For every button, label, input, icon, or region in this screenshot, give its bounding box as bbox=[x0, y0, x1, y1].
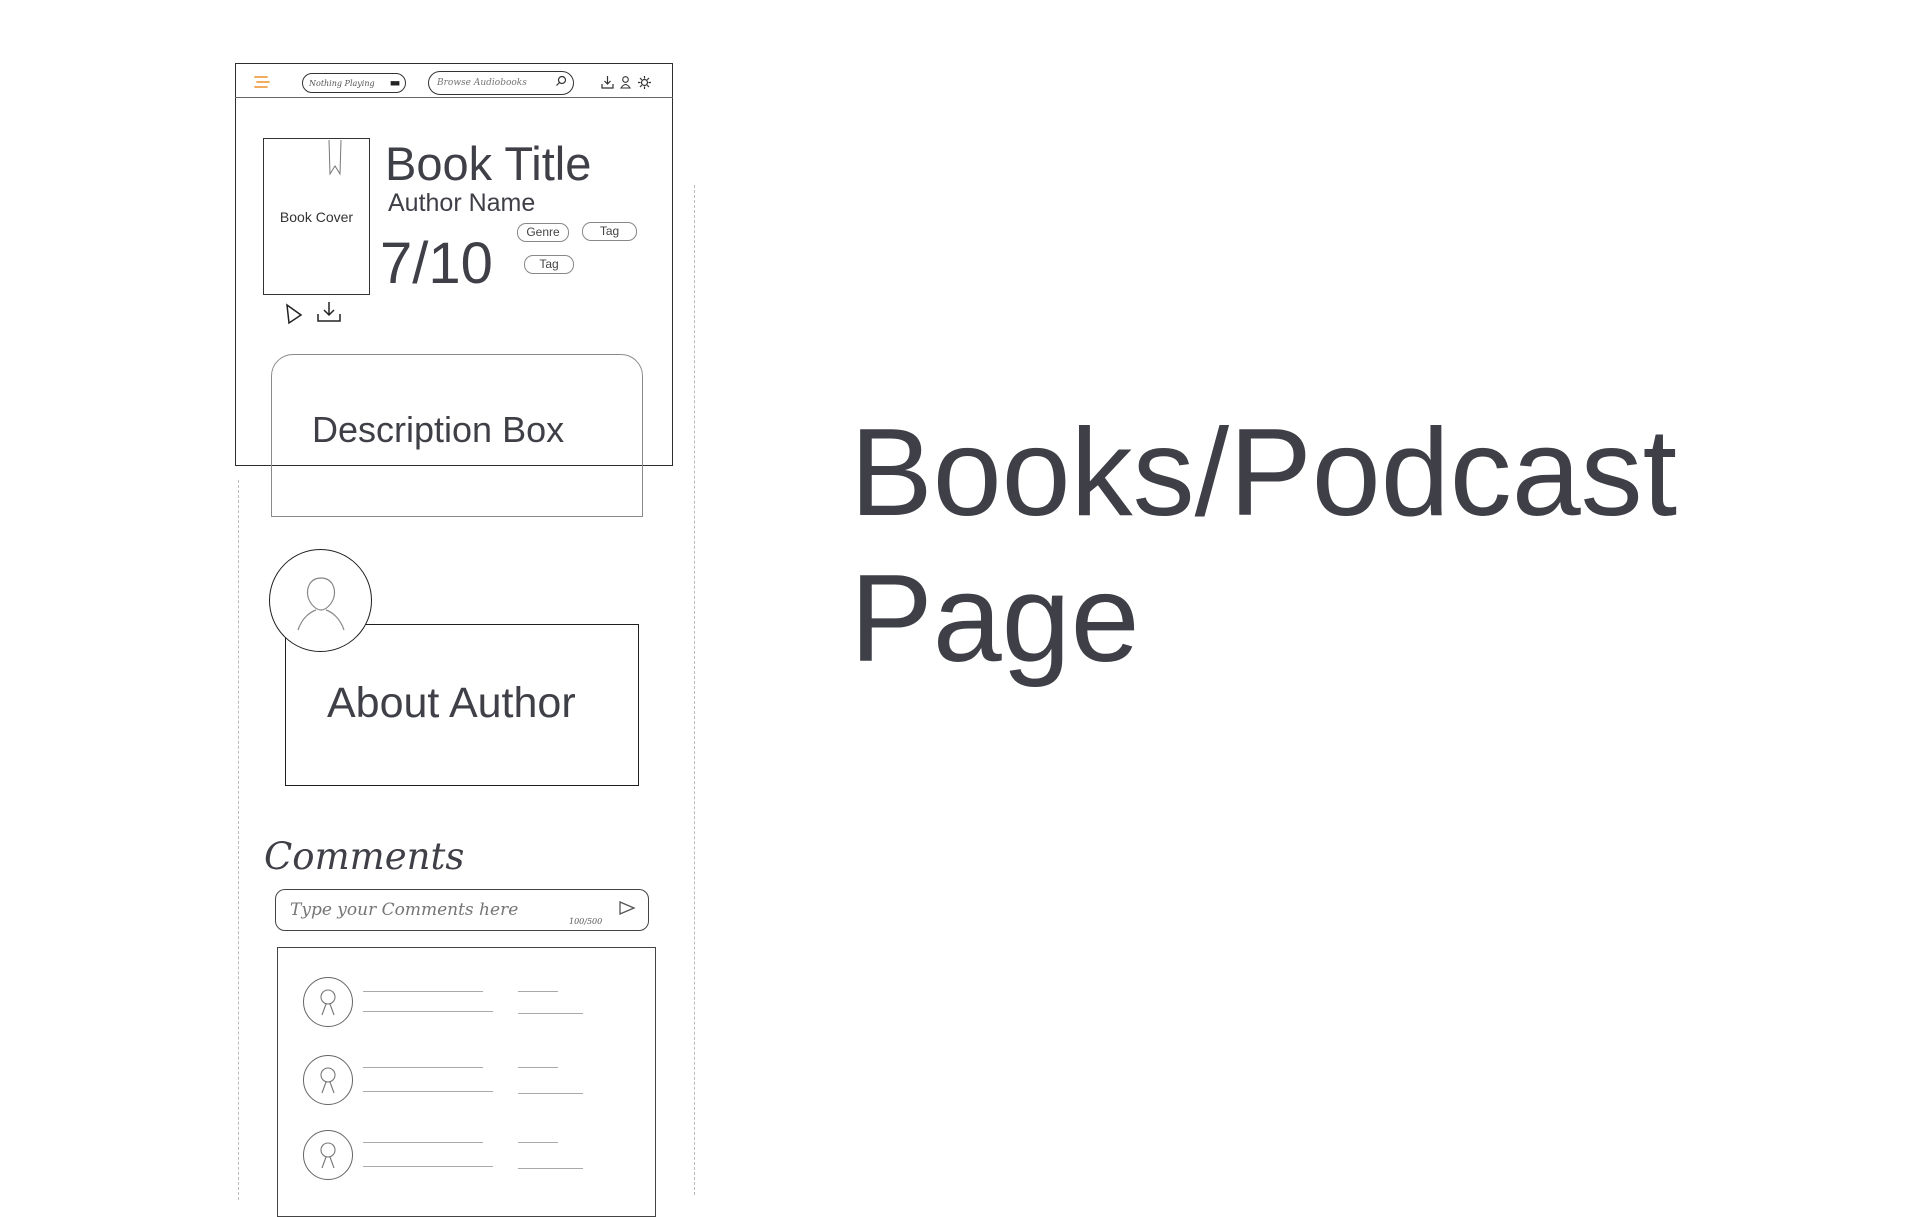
tag-genre[interactable]: Genre bbox=[517, 223, 569, 242]
comment-text-line bbox=[363, 1166, 493, 1168]
topbar-divider bbox=[235, 97, 673, 98]
comment-text-line bbox=[363, 991, 483, 993]
comment-text-line bbox=[518, 1168, 583, 1170]
book-title: Book Title bbox=[385, 137, 592, 190]
comment-text-line bbox=[518, 1142, 558, 1144]
book-rating: 7/10 bbox=[380, 231, 493, 296]
search-input[interactable] bbox=[435, 77, 555, 89]
comment-char-count: 100/500 bbox=[569, 917, 603, 926]
send-icon[interactable] bbox=[618, 900, 636, 921]
list-item[interactable] bbox=[303, 1055, 643, 1109]
comment-avatar bbox=[303, 977, 353, 1027]
comment-text-line bbox=[518, 991, 558, 993]
list-item[interactable] bbox=[303, 1130, 643, 1184]
comment-text-line bbox=[518, 1067, 558, 1069]
now-playing-label: Nothing Playing bbox=[309, 78, 375, 88]
comments-heading: Comments bbox=[264, 835, 465, 878]
right-guide bbox=[694, 185, 695, 1195]
about-author-label: About Author bbox=[327, 679, 576, 727]
left-guide bbox=[238, 480, 239, 1200]
description-label: Description Box bbox=[312, 409, 565, 450]
avatar-icon bbox=[290, 570, 352, 634]
page-heading-line1: Books/Podcast bbox=[850, 404, 1678, 542]
comment-text-line bbox=[518, 1013, 583, 1015]
bookmark-icon bbox=[326, 139, 344, 178]
tag-1[interactable]: Tag bbox=[582, 222, 637, 241]
menu-icon[interactable] bbox=[253, 74, 271, 92]
now-playing-bar[interactable]: Nothing Playing ■■ bbox=[302, 73, 406, 93]
comment-text-line bbox=[363, 1011, 493, 1013]
comment-text-line bbox=[363, 1067, 483, 1069]
book-cover-label: Book Cover bbox=[279, 208, 354, 225]
download-book-icon[interactable] bbox=[316, 300, 342, 324]
search-bar[interactable] bbox=[428, 71, 574, 95]
comment-avatar bbox=[303, 1055, 353, 1105]
list-item[interactable] bbox=[303, 977, 643, 1031]
comment-text-line bbox=[363, 1142, 483, 1144]
page-heading: Books/Podcast Page bbox=[850, 400, 1677, 692]
playback-controls-icon[interactable]: ■■ bbox=[390, 78, 400, 88]
comment-text-line bbox=[363, 1091, 493, 1093]
search-icon[interactable] bbox=[555, 74, 567, 92]
comment-avatar bbox=[303, 1130, 353, 1180]
author-name[interactable]: Author Name bbox=[388, 188, 535, 218]
page-heading-line2: Page bbox=[850, 550, 1140, 688]
user-icon[interactable] bbox=[619, 75, 632, 90]
download-icon[interactable] bbox=[600, 75, 615, 90]
play-icon[interactable] bbox=[284, 303, 304, 325]
gear-icon[interactable] bbox=[637, 75, 652, 90]
book-cover[interactable]: Book Cover bbox=[263, 138, 370, 295]
tag-2[interactable]: Tag bbox=[524, 255, 574, 274]
comment-text-line bbox=[518, 1093, 583, 1095]
